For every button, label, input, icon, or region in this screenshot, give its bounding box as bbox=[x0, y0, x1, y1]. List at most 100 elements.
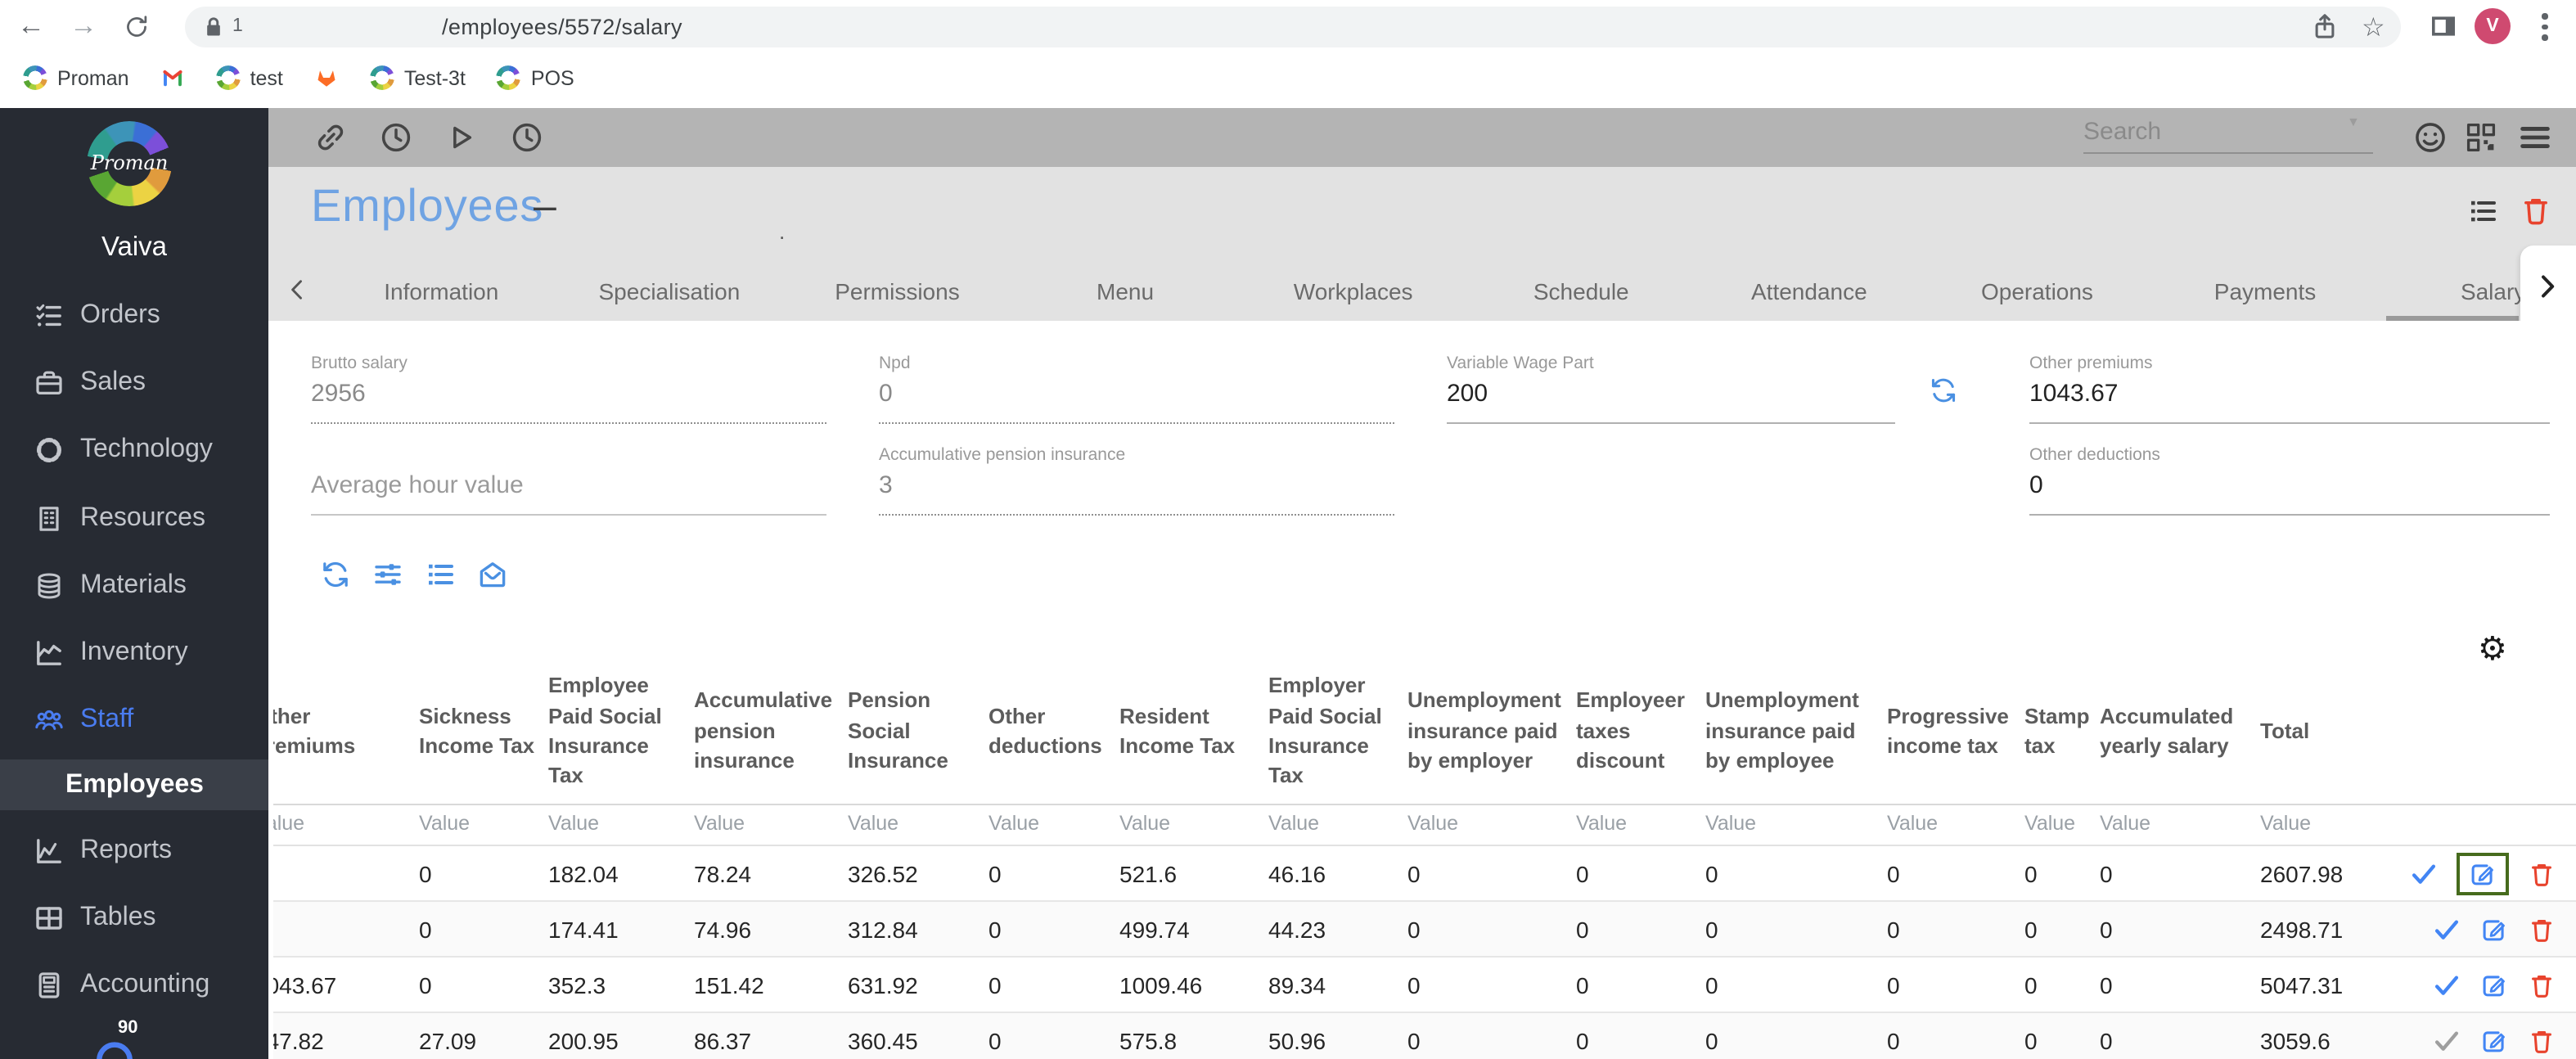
bookmark-test[interactable]: test bbox=[216, 65, 283, 90]
sidebar-item-staff[interactable]: Staff bbox=[0, 687, 268, 753]
search-input[interactable] bbox=[2083, 118, 2373, 154]
bookmark-gitlab-icon[interactable] bbox=[314, 65, 339, 90]
filter-input[interactable]: Value bbox=[419, 804, 548, 846]
sidebar-item-technology[interactable]: Technology bbox=[0, 417, 268, 483]
filter-input[interactable]: Value bbox=[273, 804, 419, 846]
field-average-hour-value[interactable]: Average hour value bbox=[311, 471, 826, 516]
forward-icon[interactable]: → bbox=[62, 5, 105, 47]
tab-menu[interactable]: Menu bbox=[1011, 262, 1240, 321]
refresh-icon[interactable] bbox=[319, 558, 352, 591]
approve-check-icon[interactable] bbox=[2432, 1025, 2461, 1055]
sidebar-item-resources[interactable]: Resources bbox=[0, 486, 268, 552]
url-bar[interactable]: 1 /employees/5572/salary ☆ bbox=[185, 7, 2401, 47]
sidebar-item-reports[interactable]: Reports bbox=[0, 818, 268, 884]
side-panel-icon[interactable] bbox=[2427, 10, 2460, 43]
delete-row-icon[interactable] bbox=[2527, 1025, 2556, 1055]
field-brutto-salary[interactable]: Brutto salary 2956 bbox=[311, 354, 826, 424]
qr-code-icon[interactable] bbox=[2463, 119, 2499, 155]
tabs-scroll-left-icon[interactable] bbox=[285, 277, 311, 303]
tab-specialisation[interactable]: Specialisation bbox=[556, 262, 784, 321]
tab-operations[interactable]: Operations bbox=[1923, 262, 2151, 321]
table-row: 1043.670352.3151.42631.9201009.4689.3400… bbox=[273, 956, 2576, 1012]
play-icon[interactable] bbox=[442, 119, 478, 155]
field-other-deductions[interactable]: Other deductions 0 bbox=[2029, 445, 2550, 516]
field-value: 3 bbox=[879, 471, 1394, 516]
column-header-accumulated-yearly-salary: Accumulated yearly salary bbox=[2100, 703, 2234, 758]
tab-information[interactable]: Information bbox=[327, 262, 556, 321]
avatar[interactable]: V bbox=[2475, 8, 2511, 44]
filter-input[interactable]: Value bbox=[1705, 804, 1887, 846]
proman-icon bbox=[23, 65, 47, 90]
field-accumulative-pension-insurance[interactable]: Accumulative pension insurance 3 bbox=[879, 445, 1394, 516]
filter-input[interactable]: Value bbox=[2260, 804, 2406, 846]
sidebar-item-materials[interactable]: Materials bbox=[0, 553, 268, 619]
sidebar-item-tables[interactable]: Tables bbox=[0, 886, 268, 951]
field-label: Accumulative pension insurance bbox=[879, 445, 1126, 465]
bookmark-gmail-icon[interactable] bbox=[160, 65, 185, 90]
bell-icon[interactable] bbox=[85, 1038, 144, 1059]
sidebar-item-label: Sales bbox=[80, 368, 146, 396]
field-other-premiums[interactable]: Other premiums 1043.67 bbox=[2029, 354, 2550, 424]
cell: 2498.71 bbox=[2260, 900, 2406, 957]
bookmark-proman[interactable]: Proman bbox=[23, 65, 129, 90]
tab-permissions[interactable]: Permissions bbox=[783, 262, 1011, 321]
approve-check-icon[interactable] bbox=[2432, 970, 2461, 999]
edit-icon[interactable] bbox=[2479, 970, 2509, 999]
mail-icon[interactable] bbox=[476, 558, 509, 591]
filter-input[interactable]: Value bbox=[548, 804, 694, 846]
filter-input[interactable]: Value bbox=[848, 804, 989, 846]
filter-input[interactable]: Value bbox=[989, 804, 1119, 846]
bookmark-pos[interactable]: POS bbox=[497, 65, 574, 90]
history-clock-icon[interactable] bbox=[509, 119, 545, 155]
cell: 0 bbox=[989, 1012, 1119, 1059]
tab-workplaces[interactable]: Workplaces bbox=[1239, 262, 1467, 321]
filter-input[interactable]: Value bbox=[2024, 804, 2100, 846]
smiley-icon[interactable] bbox=[2412, 119, 2448, 155]
inventory-icon bbox=[33, 637, 65, 669]
menu-hamburger-icon[interactable] bbox=[2517, 119, 2553, 155]
recalculate-icon[interactable] bbox=[1928, 375, 1959, 406]
delete-employee-icon[interactable] bbox=[2519, 193, 2553, 228]
sidebar-item-inventory[interactable]: Inventory bbox=[0, 620, 268, 686]
filter-input[interactable]: Value bbox=[1119, 804, 1268, 846]
filters-icon[interactable] bbox=[372, 558, 404, 591]
bookmark-test-3t[interactable]: Test-3t bbox=[370, 65, 466, 90]
sidebar-item-sales[interactable]: Sales bbox=[0, 350, 268, 416]
tab-payments[interactable]: Payments bbox=[2151, 262, 2380, 321]
clock-icon[interactable] bbox=[378, 119, 414, 155]
bookmark-star-icon[interactable]: ☆ bbox=[2362, 11, 2393, 43]
sidebar-item-employees[interactable]: Employees bbox=[0, 759, 268, 810]
list-icon[interactable] bbox=[424, 558, 457, 591]
delete-row-icon[interactable] bbox=[2527, 970, 2556, 999]
field-variable-wage-part[interactable]: Variable Wage Part 200 bbox=[1447, 354, 1895, 424]
filter-input[interactable]: Value bbox=[694, 804, 848, 846]
share-icon[interactable] bbox=[2309, 11, 2340, 43]
edit-icon[interactable] bbox=[2479, 914, 2509, 944]
cell: 174.41 bbox=[548, 900, 694, 957]
delete-row-icon[interactable] bbox=[2527, 858, 2556, 888]
list-view-icon[interactable] bbox=[2466, 195, 2499, 228]
filter-input[interactable]: Value bbox=[1268, 804, 1407, 846]
tab-schedule[interactable]: Schedule bbox=[1467, 262, 1696, 321]
approve-check-icon[interactable] bbox=[2432, 914, 2461, 944]
tabs-scroll-right-icon[interactable] bbox=[2532, 272, 2561, 301]
cell: 0 bbox=[419, 956, 548, 1012]
sidebar-item-accounting[interactable]: Accounting bbox=[0, 953, 268, 1018]
reload-icon[interactable] bbox=[115, 5, 157, 47]
back-icon[interactable]: ← bbox=[10, 5, 52, 47]
table-settings-gear-icon[interactable]: ⚙ bbox=[2478, 629, 2507, 668]
sidebar-item-orders[interactable]: Orders bbox=[0, 283, 268, 349]
edit-icon[interactable] bbox=[2468, 858, 2497, 888]
filter-input[interactable]: Value bbox=[1576, 804, 1705, 846]
filter-input[interactable]: Value bbox=[2100, 804, 2260, 846]
edit-icon[interactable] bbox=[2479, 1025, 2509, 1055]
delete-row-icon[interactable] bbox=[2527, 914, 2556, 944]
approve-check-icon[interactable] bbox=[2409, 858, 2439, 888]
link-icon[interactable] bbox=[313, 119, 349, 155]
chrome-menu-icon[interactable] bbox=[2542, 13, 2548, 40]
field-npd[interactable]: Npd 0 bbox=[879, 354, 1394, 424]
filter-input[interactable]: Value bbox=[1407, 804, 1576, 846]
title-detail-mark: . bbox=[779, 219, 786, 244]
tab-attendance[interactable]: Attendance bbox=[1696, 262, 1924, 321]
filter-input[interactable]: Value bbox=[1887, 804, 2024, 846]
